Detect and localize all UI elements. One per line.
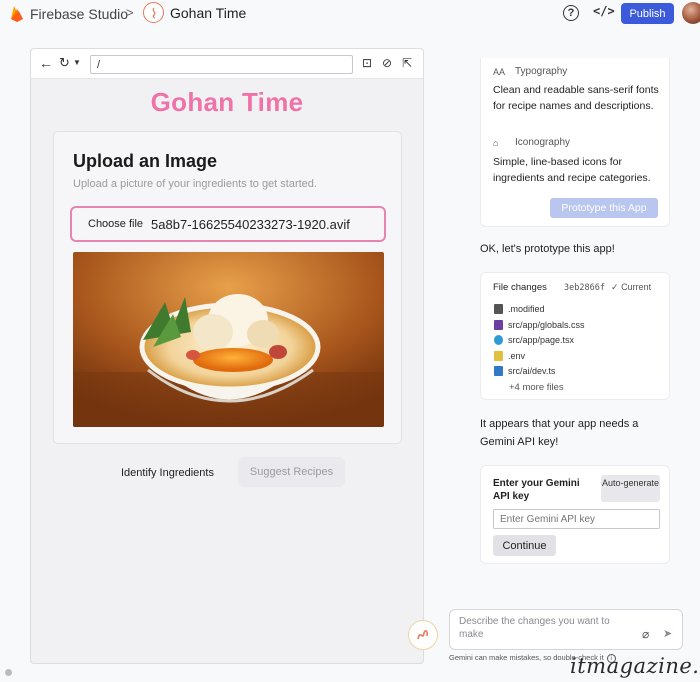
css-file-icon (494, 320, 503, 330)
chat-message-prototype: OK, let's prototype this app! (480, 243, 615, 255)
file-changes-title: File changes (493, 282, 547, 293)
choose-file-button[interactable]: Choose file (88, 218, 143, 230)
app-heading: Gohan Time (150, 87, 304, 117)
typography-label: Typography (515, 66, 568, 77)
file-change-item[interactable]: .env (494, 351, 525, 361)
prompt-placeholder: Describe the changes you want to make (459, 616, 610, 640)
device-preview-icon[interactable]: ⊡ (362, 56, 372, 70)
file-change-name: .modified (508, 304, 545, 314)
file-changes-card: File changes 3eb2866f ✓ Current .modifie… (480, 272, 670, 400)
file-change-item[interactable]: src/app/globals.css (494, 320, 585, 330)
project-icon (143, 2, 164, 23)
iconography-label: Iconography (515, 137, 571, 148)
open-external-icon[interactable]: ⇱ (402, 56, 412, 70)
auto-generate-button[interactable]: Auto-generate (601, 475, 660, 502)
file-icon (494, 304, 503, 314)
link-icon[interactable]: ⊘ (382, 56, 392, 70)
env-file-icon (494, 351, 503, 361)
status-dot (5, 669, 12, 676)
breadcrumb-chevron-icon: > (126, 5, 134, 20)
typography-description: Clean and readable sans-serif fonts for … (493, 84, 659, 112)
check-icon: ✓ (611, 282, 619, 292)
more-files-link[interactable]: +4 more files (509, 382, 564, 393)
style-guide-card: AA Typography Clean and readable sans-se… (480, 58, 670, 227)
identify-ingredients-button[interactable]: Identify Ingredients (121, 467, 214, 479)
suggest-recipes-button[interactable]: Suggest Recipes (238, 457, 345, 487)
back-arrow-icon[interactable]: ← (39, 55, 53, 71)
commit-status: ✓ Current (611, 282, 651, 293)
typescript-file-icon (494, 366, 503, 376)
reload-icon[interactable]: ↻ (59, 55, 70, 71)
brand-name[interactable]: Firebase Studio (30, 6, 128, 22)
file-change-item[interactable]: .modified (494, 304, 545, 314)
upload-title: Upload an Image (73, 151, 218, 171)
commit-hash: 3eb2866f (564, 283, 605, 293)
continue-button[interactable]: Continue (493, 535, 556, 556)
file-change-item[interactable]: src/ai/dev.ts (494, 366, 555, 376)
preview-toolbar: ← ↻ ▼ ⊡ ⊘ ⇱ (31, 49, 423, 79)
project-title[interactable]: Gohan Time (170, 5, 246, 21)
typography-icon: AA (493, 66, 506, 77)
upload-card: Upload an Image Upload a picture of your… (53, 131, 402, 444)
api-key-card: Enter your Gemini API key Auto-generate … (480, 465, 670, 564)
firebase-logo-icon (11, 6, 23, 22)
top-bar: Firebase Studio > Gohan Time ? </> Publi… (0, 0, 700, 28)
react-file-icon (494, 335, 503, 345)
uploaded-food-image (73, 252, 384, 427)
code-view-icon[interactable]: </> (593, 4, 615, 18)
iconography-description: Simple, line-based icons for ingredients… (493, 156, 651, 184)
attach-icon[interactable]: ⌀ (642, 627, 649, 641)
app-preview-panel: ← ↻ ▼ ⊡ ⊘ ⇱ Gohan Time Upload an Image U… (30, 48, 424, 664)
prompt-input[interactable]: Describe the changes you want to make ⌀ … (449, 609, 683, 650)
file-change-name: src/ai/dev.ts (508, 366, 556, 376)
file-change-name: src/app/globals.css (508, 320, 585, 330)
user-avatar[interactable] (682, 2, 700, 24)
prototype-app-button[interactable]: Prototype this App (550, 198, 658, 218)
send-icon[interactable]: ➤ (663, 627, 672, 640)
publish-button[interactable]: Publish (621, 3, 674, 24)
iconography-icon: ⌂ (493, 137, 499, 148)
commit-status-label: Current (621, 282, 652, 292)
file-change-name: src/app/page.tsx (508, 335, 575, 345)
typography-row: AA Typography (493, 66, 567, 77)
file-input[interactable]: Choose file 5a8b7-16625540233273-1920.av… (70, 206, 386, 242)
selected-file-name: 5a8b7-16625540233273-1920.avif (151, 216, 350, 232)
iconography-row: ⌂ Iconography (493, 137, 570, 148)
file-change-name: .env (508, 351, 526, 361)
url-input[interactable] (90, 55, 353, 74)
reload-dropdown-chevron-icon[interactable]: ▼ (73, 58, 81, 67)
api-key-label: Enter your Gemini API key (493, 478, 580, 502)
upload-subtitle: Upload a picture of your ingredients to … (73, 178, 317, 190)
gemini-avatar-icon (408, 620, 438, 650)
chat-message-api-key: It appears that your app needs a Gemini … (480, 418, 639, 448)
help-icon[interactable]: ? (563, 5, 579, 21)
file-change-item[interactable]: src/app/page.tsx (494, 335, 574, 345)
api-key-input[interactable] (493, 509, 660, 529)
watermark: itmagazine.cc (570, 654, 700, 678)
